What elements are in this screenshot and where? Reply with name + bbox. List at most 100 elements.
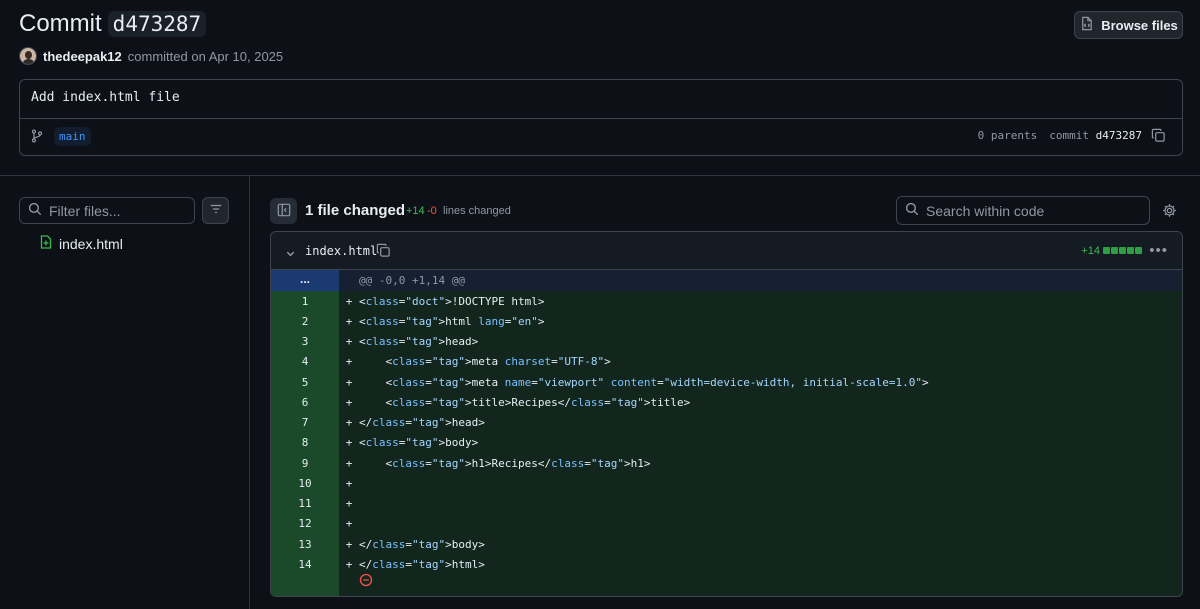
search-code-input[interactable] bbox=[926, 202, 1141, 219]
copy-path-icon[interactable] bbox=[376, 243, 391, 261]
line-number[interactable]: 9 bbox=[271, 457, 339, 470]
page-title: Commit d473287 bbox=[19, 10, 207, 38]
diff-sign: + bbox=[345, 517, 353, 531]
browse-files-label: Browse files bbox=[1101, 17, 1178, 33]
file-tree-item[interactable]: index.html bbox=[40, 235, 123, 252]
code-line: </class="tag">html> bbox=[359, 557, 485, 571]
filter-options-button[interactable] bbox=[202, 197, 229, 224]
copy-sha-icon[interactable] bbox=[1151, 128, 1166, 146]
commit-sha-value: d473287 bbox=[1095, 129, 1142, 142]
search-code-field[interactable] bbox=[896, 196, 1150, 225]
hunk-header-text: @@ -0,0 +1,14 @@ bbox=[339, 270, 1182, 291]
code-line: </class="tag">head> bbox=[359, 416, 485, 430]
commit-label: commit bbox=[1049, 129, 1090, 142]
diff-line-row: 2 + <class="tag">html lang="en"> bbox=[271, 311, 1182, 331]
hunk-header-row: ... @@ -0,0 +1,14 @@ bbox=[271, 270, 1182, 291]
code-line: <class="tag">meta charset="UTF-8"> bbox=[359, 355, 611, 369]
divider bbox=[20, 118, 1182, 119]
avatar[interactable] bbox=[19, 47, 37, 65]
file-diff: index.html +14 ••• ... @@ -0,0 +1,14 @@ … bbox=[270, 231, 1183, 597]
author-link[interactable]: thedeepak12 bbox=[43, 49, 122, 64]
code-line: </class="tag">body> bbox=[359, 537, 485, 551]
diff-line-row: 9 + <class="tag">h1>Recipes</class="tag">… bbox=[271, 453, 1182, 473]
diff-sign: + bbox=[345, 436, 353, 450]
diff-line-list: 1 + <class="doct">!DOCTYPE html> 2 + <class="… bbox=[271, 291, 1182, 575]
diff-line-row: 5 + <class="tag">meta name="viewport" con… bbox=[271, 372, 1182, 392]
diff-sign: + bbox=[345, 537, 353, 551]
lines-changed-label: lines changed bbox=[443, 205, 511, 217]
commit-sha-info: commit d473287 bbox=[1049, 129, 1142, 142]
sidebar-divider bbox=[249, 175, 250, 609]
line-number[interactable]: 14 bbox=[271, 558, 339, 571]
diff-sign: + bbox=[345, 497, 353, 511]
diff-additions-count: +14 bbox=[1081, 245, 1100, 257]
diff-lines: 1 + <class="doct">!DOCTYPE html> 2 + <class="… bbox=[271, 291, 1182, 596]
line-number[interactable]: 7 bbox=[271, 416, 339, 429]
parents-count: 0 parents bbox=[977, 129, 1038, 142]
diff-filename[interactable]: index.html bbox=[305, 244, 377, 258]
committed-date: committed on Apr 10, 2025 bbox=[127, 48, 284, 64]
diff-line-row: 13 + </class="tag">body> bbox=[271, 534, 1182, 554]
kebab-menu-icon[interactable]: ••• bbox=[1149, 242, 1168, 259]
line-number[interactable]: 5 bbox=[271, 376, 339, 389]
search-icon bbox=[28, 202, 42, 219]
title-text: Commit bbox=[19, 10, 102, 37]
gear-icon[interactable] bbox=[1162, 203, 1177, 221]
line-number[interactable]: 11 bbox=[271, 497, 339, 510]
diff-sign: + bbox=[345, 375, 353, 389]
commit-sha-badge: d473287 bbox=[107, 11, 207, 37]
diff-file-header: index.html +14 ••• bbox=[271, 232, 1182, 270]
line-number[interactable]: 10 bbox=[271, 477, 339, 490]
diff-sign: + bbox=[345, 314, 353, 328]
diff-line-row: 10 + bbox=[271, 473, 1182, 493]
diff-sign: + bbox=[345, 557, 353, 571]
no-newline-icon bbox=[359, 573, 373, 591]
line-number[interactable]: 2 bbox=[271, 315, 339, 328]
line-number[interactable]: 6 bbox=[271, 396, 339, 409]
filter-files-field[interactable] bbox=[19, 197, 195, 224]
branch-link[interactable]: main bbox=[54, 127, 91, 146]
code-line: <class="tag">html lang="en"> bbox=[359, 314, 545, 328]
code-line: <class="tag">body> bbox=[359, 436, 479, 450]
diff-line-row: 4 + <class="tag">meta charset="UTF-8"> bbox=[271, 352, 1182, 372]
diff-sign: + bbox=[345, 294, 353, 308]
line-number[interactable]: 8 bbox=[271, 436, 339, 449]
chevron-down-icon[interactable] bbox=[285, 246, 296, 262]
toggle-file-tree-button[interactable] bbox=[270, 198, 297, 224]
sidebar-collapse-icon bbox=[277, 203, 291, 220]
file-added-icon bbox=[40, 235, 52, 252]
commit-message-box: Add index.html file main 0 parents commi… bbox=[19, 79, 1183, 156]
code-line: <class="tag">head> bbox=[359, 335, 479, 349]
line-number[interactable]: 4 bbox=[271, 355, 339, 368]
diffstat-block bbox=[1111, 247, 1118, 254]
diff-sign: + bbox=[345, 335, 353, 349]
diffstat-block bbox=[1119, 247, 1126, 254]
filter-icon bbox=[209, 202, 223, 219]
commit-meta-row: thedeepak12 committed on Apr 10, 2025 bbox=[19, 47, 283, 65]
filter-files-input[interactable] bbox=[49, 202, 189, 219]
diff-sign: + bbox=[345, 395, 353, 409]
search-icon bbox=[905, 202, 919, 219]
deletions-count: -0 bbox=[427, 205, 437, 217]
diffstat-block bbox=[1127, 247, 1134, 254]
commit-message: Add index.html file bbox=[31, 90, 180, 105]
diff-line-row: 6 + <class="tag">title>Recipes</class="ta… bbox=[271, 392, 1182, 412]
diff-line-row: 7 + </class="tag">head> bbox=[271, 413, 1182, 433]
diff-line-row: 1 + <class="doct">!DOCTYPE html> bbox=[271, 291, 1182, 311]
line-number[interactable]: 1 bbox=[271, 295, 339, 308]
code-line: <class="tag">title>Recipes</class="tag">… bbox=[359, 395, 691, 409]
code-line: <class="tag">meta name="viewport" conten… bbox=[359, 375, 929, 389]
line-number[interactable]: 3 bbox=[271, 335, 339, 348]
diff-sign: + bbox=[345, 456, 353, 470]
diff-line-row: 12 + bbox=[271, 514, 1182, 534]
line-number[interactable]: 13 bbox=[271, 538, 339, 551]
section-divider bbox=[0, 175, 1200, 176]
diff-line-row: 14 + </class="tag">html> bbox=[271, 554, 1182, 574]
browse-files-button[interactable]: Browse files bbox=[1074, 11, 1183, 39]
commit-parents-info: 0 parents commit d473287 bbox=[978, 129, 1142, 142]
line-number[interactable]: 12 bbox=[271, 517, 339, 530]
diff-line-row: 8 + <class="tag">body> bbox=[271, 433, 1182, 453]
diffstat-block bbox=[1135, 247, 1142, 254]
code-line: <class="tag">h1>Recipes</class="tag">h1> bbox=[359, 456, 651, 470]
expand-hunk-button[interactable]: ... bbox=[271, 270, 339, 291]
